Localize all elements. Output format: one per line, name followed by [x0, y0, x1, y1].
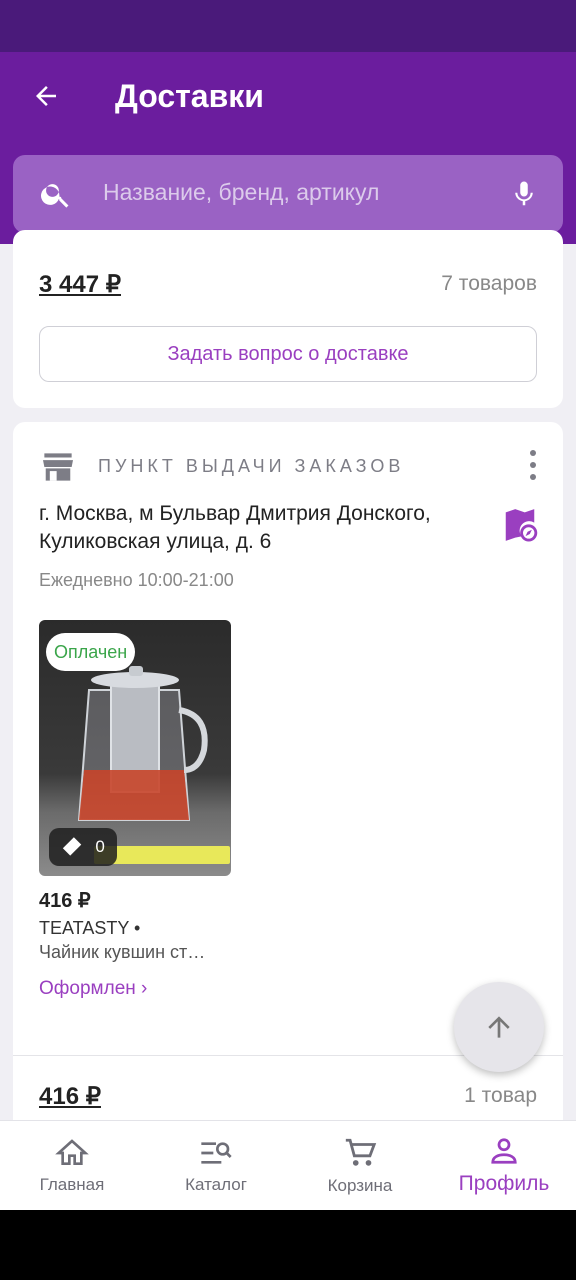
- nav-catalog[interactable]: Каталог: [144, 1121, 288, 1210]
- catalog-icon: [201, 1141, 232, 1164]
- status-bar: [0, 0, 576, 52]
- page-title: Доставки: [115, 78, 264, 114]
- paid-badge: Оплачен: [46, 633, 136, 671]
- size-count: 0: [95, 837, 105, 856]
- ruler-icon: [62, 837, 82, 856]
- delivery-screen: Доставки Название, бренд, артикул 3 447 …: [0, 0, 576, 1210]
- more-options-icon[interactable]: [523, 450, 543, 480]
- pickup-hours: Ежедневно 10:00-21:00: [39, 570, 234, 590]
- cart-icon: [345, 1138, 377, 1166]
- nav-cart-label: Корзина: [327, 1175, 393, 1195]
- back-button[interactable]: [18, 72, 74, 120]
- nav-cart[interactable]: Корзина: [288, 1121, 432, 1210]
- nav-home[interactable]: Главная: [0, 1121, 144, 1210]
- mic-icon[interactable]: [509, 175, 539, 213]
- items-count-2: 1 товар: [464, 1084, 537, 1107]
- order-summary-card: 3 447 ₽ 7 товаров Задать вопрос о достав…: [13, 230, 563, 408]
- scroll-to-top-button[interactable]: [454, 982, 544, 1072]
- app-bar: Доставки Название, бренд, артикул: [0, 52, 576, 244]
- search-input[interactable]: Название, бренд, артикул: [103, 179, 379, 206]
- bottom-navigation: Главная Каталог Корзина Профиль: [0, 1120, 576, 1210]
- product-image[interactable]: Оплачен 0: [39, 620, 231, 876]
- pickup-point-label: ПУНКТ ВЫДАЧИ ЗАКАЗОВ: [98, 456, 405, 476]
- map-route-icon[interactable]: [501, 506, 539, 544]
- order-total-2[interactable]: 416 ₽: [39, 1082, 101, 1111]
- search-icon: [41, 184, 69, 208]
- product-name[interactable]: Чайник кувшин ст…: [39, 942, 239, 963]
- nav-profile[interactable]: Профиль: [432, 1121, 576, 1210]
- nav-profile-label: Профиль: [458, 1171, 550, 1195]
- size-chip[interactable]: 0: [49, 828, 117, 866]
- arrow-up-icon: [488, 1016, 510, 1038]
- store-icon: [43, 453, 73, 481]
- pickup-address: г. Москва, м Бульвар Дмитрия Донского, К…: [39, 502, 431, 553]
- arrow-back-icon: [36, 86, 56, 106]
- items-count: 7 товаров: [441, 272, 537, 295]
- profile-icon: [491, 1137, 517, 1164]
- home-icon: [55, 1138, 89, 1165]
- nav-home-label: Главная: [39, 1174, 105, 1194]
- ask-delivery-question-button[interactable]: Задать вопрос о доставке: [39, 326, 537, 382]
- nav-catalog-label: Каталог: [185, 1174, 247, 1194]
- order-status-link[interactable]: Оформлен ›: [39, 978, 147, 1000]
- order-total[interactable]: 3 447 ₽: [39, 270, 121, 299]
- product-brand: TEATASTY •: [39, 918, 141, 938]
- product-price: 416 ₽: [39, 890, 91, 912]
- search-bar[interactable]: Название, бренд, артикул: [13, 155, 563, 233]
